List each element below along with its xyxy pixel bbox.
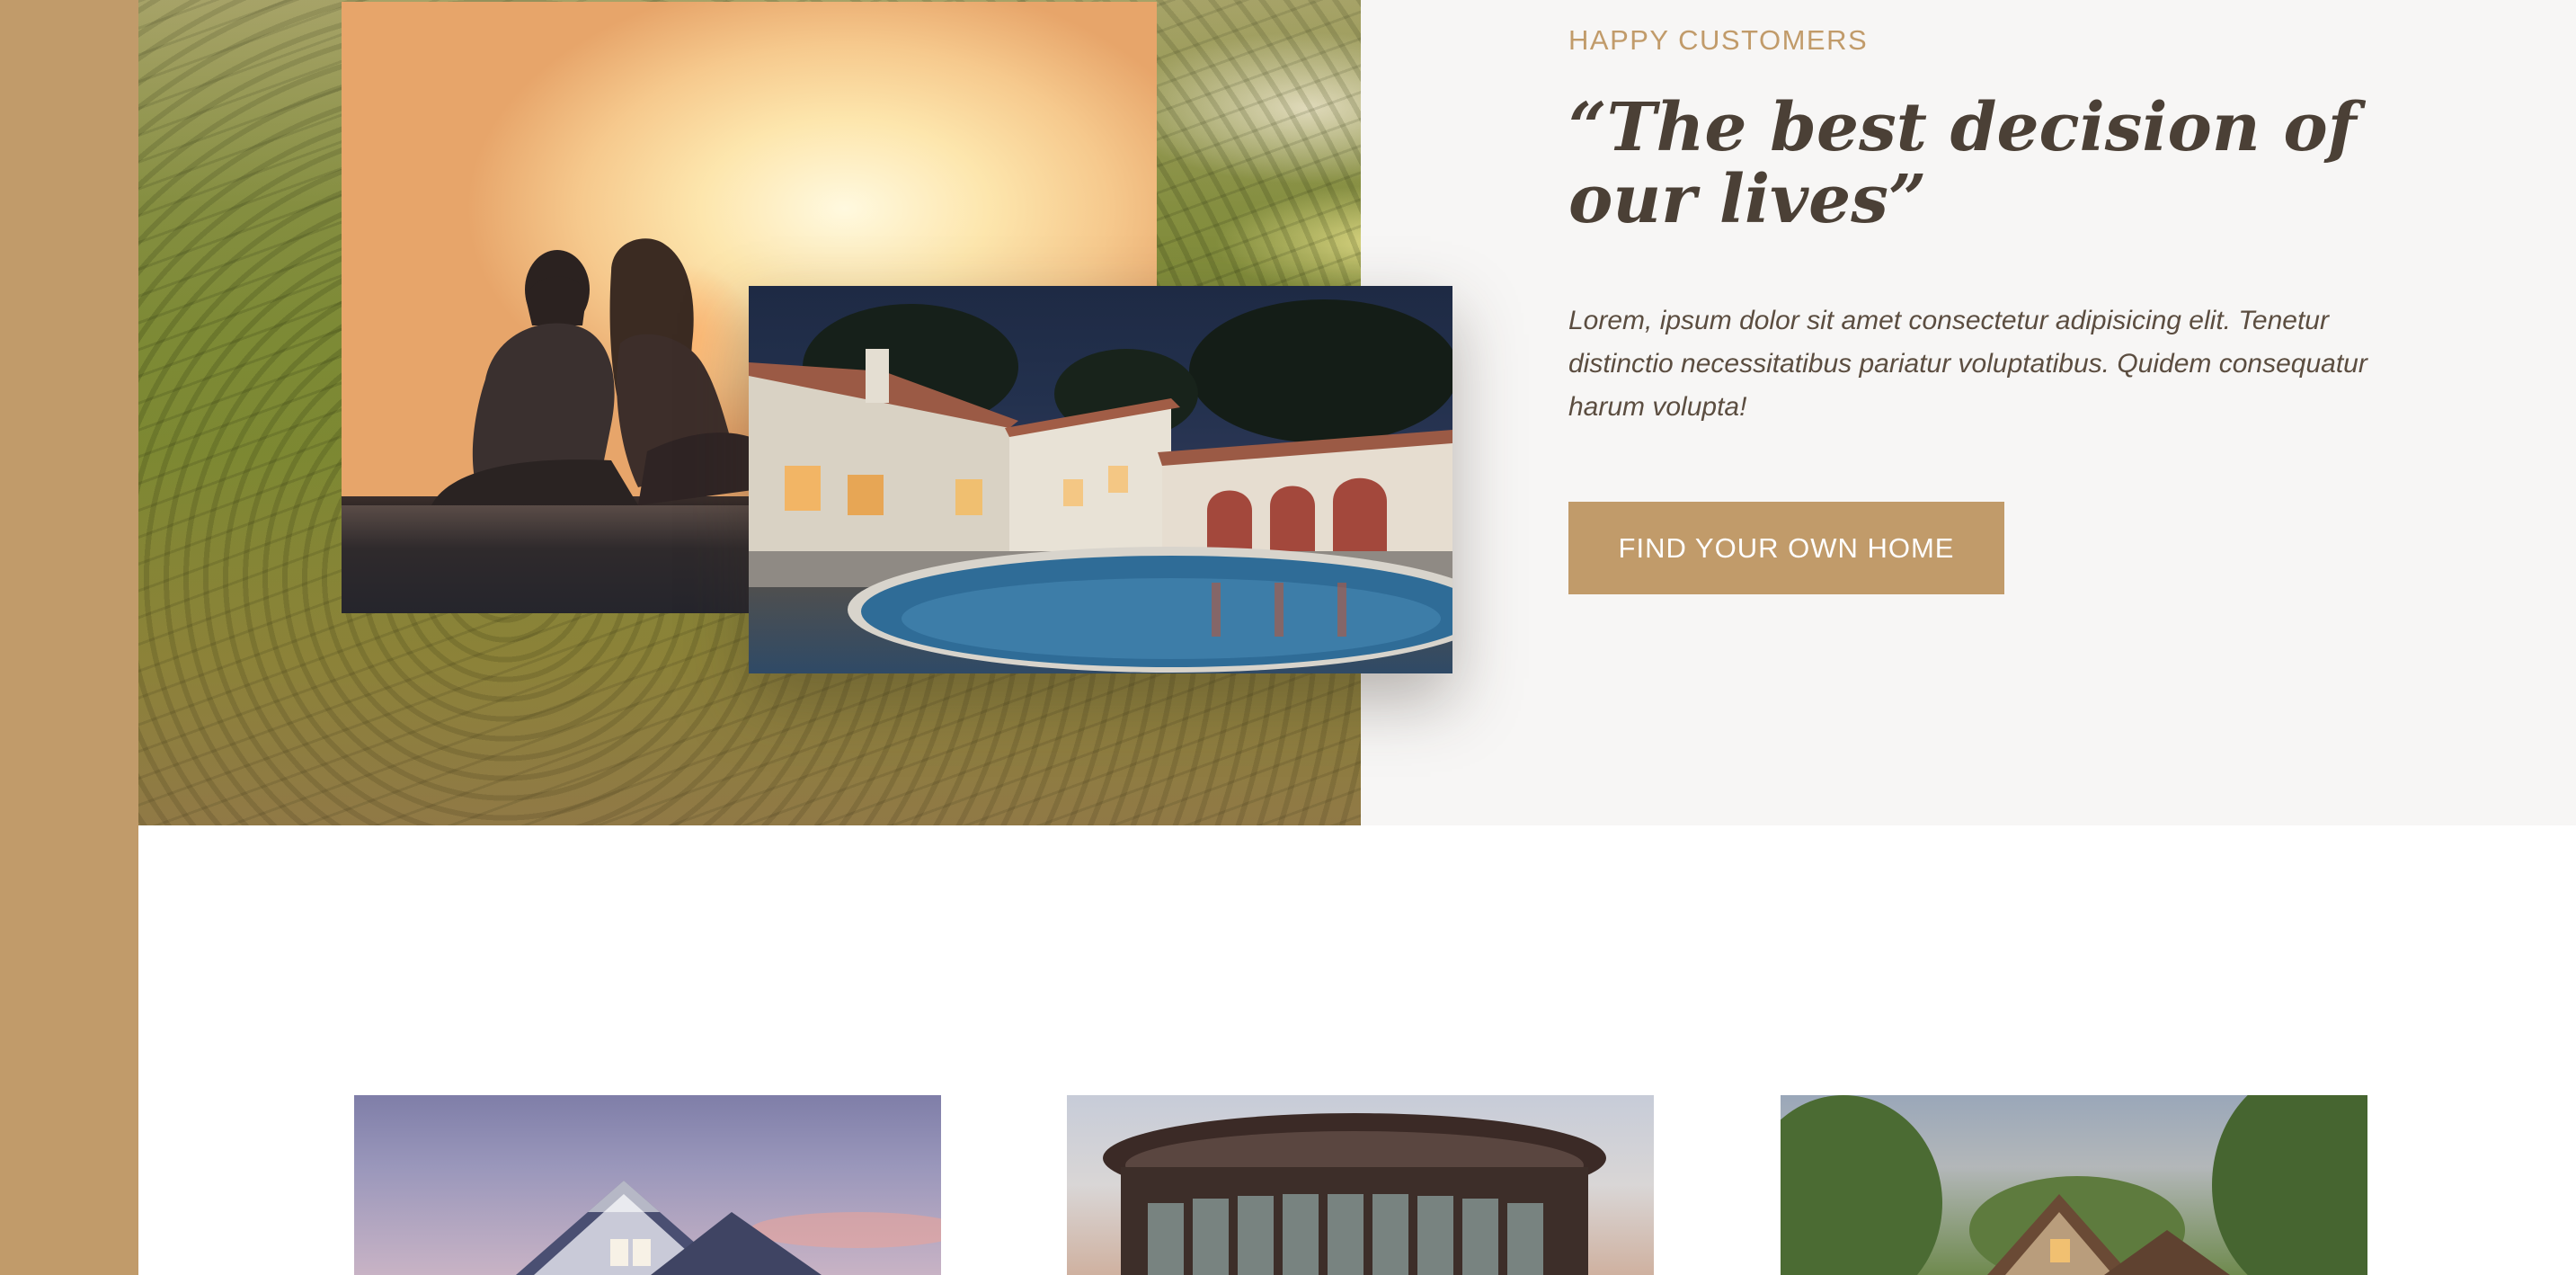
villa-illustration	[749, 299, 1452, 673]
testimonial-quote: “The best decision of our lives”	[1568, 89, 2357, 238]
page: HAPPY CUSTOMERS “The best decision of ou…	[0, 0, 2576, 1275]
listing-card-2-image[interactable]	[1067, 1095, 1654, 1275]
listing-card-1-image[interactable]	[354, 1095, 941, 1275]
stone-house-illustration	[1781, 1095, 2367, 1275]
sidebar-accent-strip	[0, 0, 138, 1275]
find-your-own-home-button[interactable]: FIND YOUR OWN HOME	[1568, 502, 2004, 594]
section-eyebrow: HAPPY CUSTOMERS	[1568, 24, 1869, 56]
testimonial-body: Lorem, ipsum dolor sit amet consectetur …	[1568, 306, 2367, 422]
villa-pool-image	[749, 286, 1452, 673]
blue-house-illustration	[516, 1181, 941, 1275]
round-building-illustration	[1103, 1113, 1606, 1275]
listing-card-3-image[interactable]	[1781, 1095, 2367, 1275]
